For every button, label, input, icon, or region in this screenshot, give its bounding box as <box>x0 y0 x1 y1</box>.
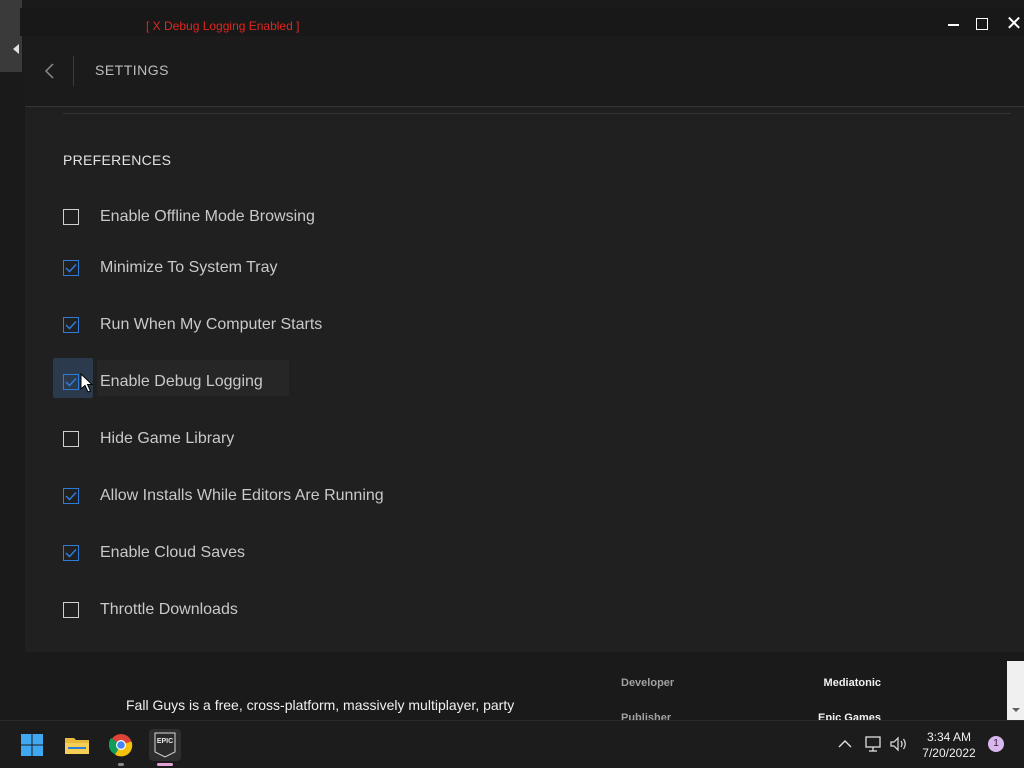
system-clock[interactable]: 3:34 AM 7/20/2022 <box>914 729 984 761</box>
pref-throttle-downloads[interactable]: Throttle Downloads <box>63 593 238 627</box>
pref-label: Enable Cloud Saves <box>100 544 245 561</box>
clock-date: 7/20/2022 <box>922 746 976 760</box>
maximize-button[interactable] <box>968 12 996 36</box>
scroll-down-icon[interactable] <box>1012 708 1020 712</box>
pref-label: Allow Installs While Editors Are Running <box>100 487 384 504</box>
check-icon <box>65 263 77 273</box>
section-title: PREFERENCES <box>63 152 172 168</box>
checkbox[interactable] <box>63 488 79 504</box>
store-sidebar-edge <box>0 0 22 72</box>
notification-badge[interactable]: 1 <box>988 736 1004 752</box>
page-title: SETTINGS <box>95 62 170 78</box>
back-icon[interactable] <box>43 62 57 80</box>
chrome-button[interactable] <box>105 729 137 766</box>
screen: [ X Debug Logging Enabled ] ✕ SETTINGS P… <box>0 0 1024 768</box>
pref-hide-library[interactable]: Hide Game Library <box>63 422 234 456</box>
checkbox[interactable] <box>63 317 79 333</box>
epic-label: EPIC <box>156 738 174 745</box>
publisher-label: Publisher <box>621 712 672 720</box>
checkbox[interactable] <box>63 374 79 390</box>
checkbox[interactable] <box>63 545 79 561</box>
close-icon: ✕ <box>1005 13 1023 35</box>
header-divider <box>73 56 74 86</box>
epic-games-icon <box>154 732 176 758</box>
start-button[interactable] <box>16 729 48 761</box>
chevron-up-icon[interactable] <box>838 739 852 749</box>
pref-label: Hide Game Library <box>100 430 235 447</box>
store-back-arrow-icon[interactable] <box>13 44 19 54</box>
pref-minimize-tray[interactable]: Minimize To System Tray <box>63 251 278 285</box>
pref-cloud-saves[interactable]: Enable Cloud Saves <box>63 536 245 570</box>
check-icon <box>65 548 77 558</box>
game-description: Fall Guys is a free, cross-platform, mas… <box>126 697 515 713</box>
checkbox[interactable] <box>63 602 79 618</box>
pref-label: Throttle Downloads <box>100 601 238 618</box>
file-explorer-icon <box>65 738 89 754</box>
epic-games-button[interactable]: EPIC <box>149 729 181 766</box>
publisher-value: Epic Games <box>818 712 881 720</box>
developer-label: Developer <box>621 677 675 689</box>
check-icon <box>65 377 77 387</box>
pref-run-on-startup[interactable]: Run When My Computer Starts <box>63 308 322 342</box>
check-icon <box>65 491 77 501</box>
debug-banner: [ X Debug Logging Enabled ] <box>146 19 300 33</box>
running-indicator <box>118 763 124 766</box>
file-explorer-button[interactable] <box>61 729 93 761</box>
settings-panel: SETTINGS PREFERENCES Enable Offline Mode… <box>25 36 1024 652</box>
pref-label: Enable Debug Logging <box>100 373 263 390</box>
settings-header: SETTINGS <box>25 36 1024 107</box>
pref-label: Run When My Computer Starts <box>100 316 323 333</box>
checkbox[interactable] <box>63 260 79 276</box>
checkbox[interactable] <box>63 431 79 447</box>
pref-debug-logging[interactable]: Enable Debug Logging <box>53 358 289 399</box>
minimize-icon <box>947 24 959 26</box>
volume-icon[interactable] <box>889 736 909 752</box>
check-icon <box>65 320 77 330</box>
pref-label: Minimize To System Tray <box>100 259 278 276</box>
pref-allow-installs[interactable]: Allow Installs While Editors Are Running <box>63 479 384 513</box>
close-button[interactable]: ✕ <box>1004 12 1024 36</box>
start-icon <box>21 734 43 756</box>
network-icon[interactable] <box>864 735 882 753</box>
checkbox[interactable] <box>63 209 79 225</box>
chrome-icon <box>109 734 133 757</box>
developer-value: Mediatonic <box>823 677 881 689</box>
section-divider <box>63 113 1011 114</box>
pref-offline-mode[interactable]: Enable Offline Mode Browsing <box>63 200 315 234</box>
active-indicator <box>157 763 173 766</box>
pref-label: Enable Offline Mode Browsing <box>100 208 315 225</box>
taskbar: EPIC 3:34 AM 7/20/2022 <box>0 720 1024 768</box>
clock-time: 3:34 AM <box>926 730 972 744</box>
minimize-button[interactable] <box>939 12 967 36</box>
maximize-icon <box>976 18 988 30</box>
